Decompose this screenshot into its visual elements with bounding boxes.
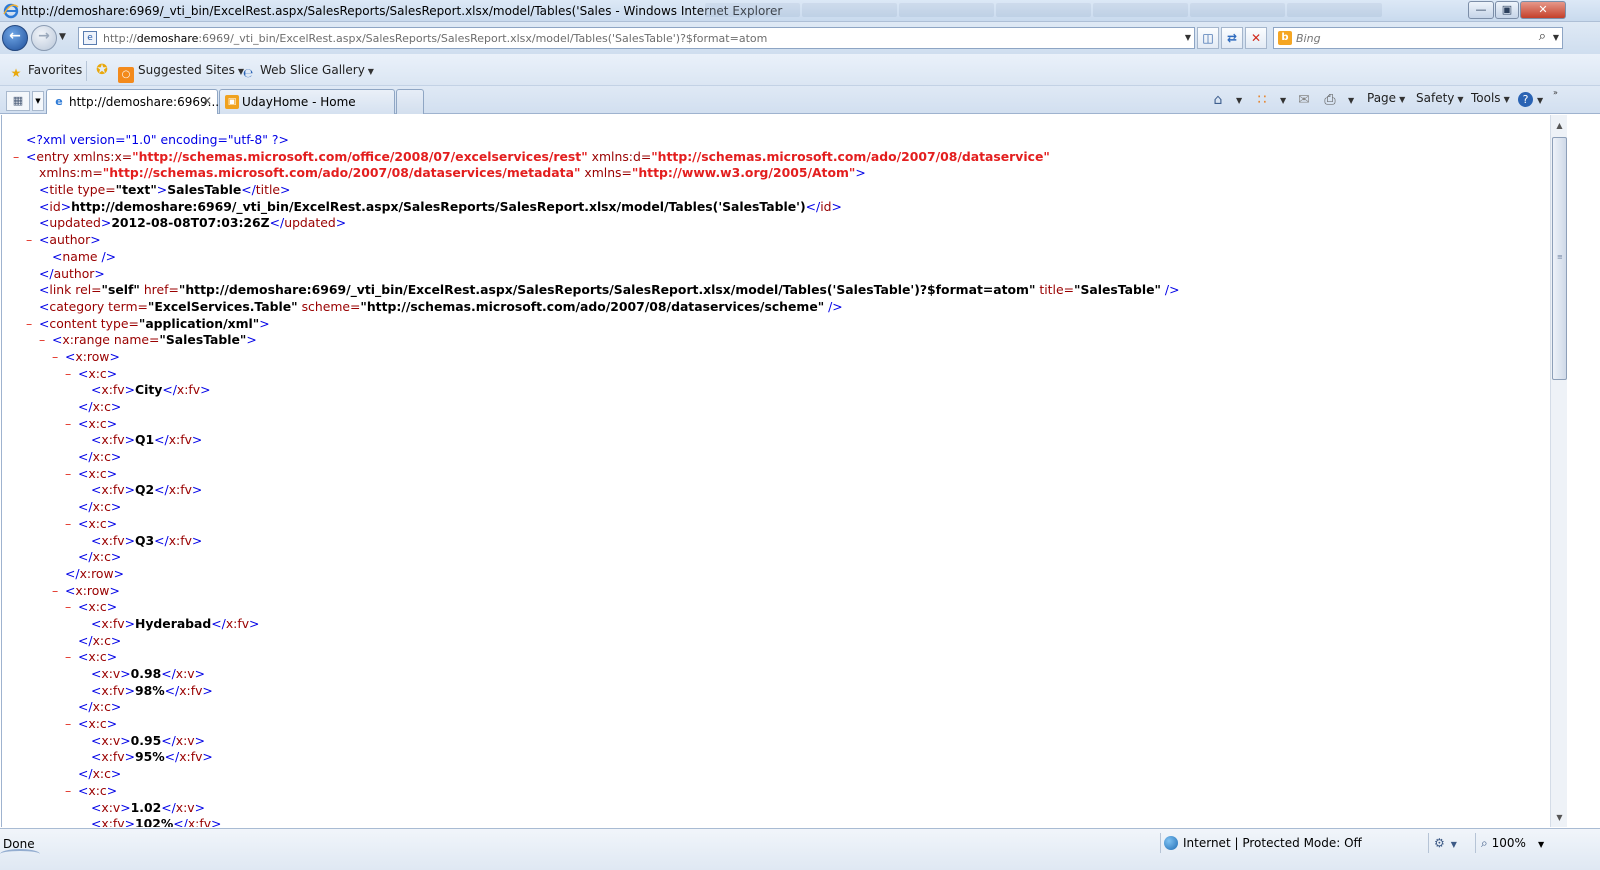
bing-icon: b — [1278, 31, 1292, 45]
collapse-toggle[interactable]: – — [26, 316, 32, 333]
ie-logo-icon — [3, 3, 19, 19]
home-icon[interactable]: ⌂ — [1209, 91, 1227, 109]
web-slice-gallery-button[interactable]: ℮ Web Slice Gallery ▼ — [240, 63, 374, 81]
print-icon[interactable]: ⎙ — [1321, 91, 1339, 109]
security-zone[interactable]: Internet | Protected Mode: Off — [1164, 836, 1362, 850]
safety-menu[interactable]: Safety ▼ — [1416, 91, 1464, 105]
zoom-dropdown-icon[interactable]: ▼ — [1538, 840, 1544, 849]
print-dropdown-icon[interactable]: ▼ — [1348, 96, 1354, 105]
read-mail-icon[interactable]: ✉ — [1295, 91, 1313, 109]
quick-tabs-button[interactable]: ▦ — [6, 91, 30, 111]
window-title: http://demoshare:6969/_vti_bin/ExcelRest… — [21, 4, 783, 18]
search-input[interactable] — [1296, 30, 1516, 46]
status-decoration — [0, 849, 40, 859]
back-button[interactable]: ← — [2, 25, 28, 51]
pop-up-blocker-icon[interactable]: ⚙ ▼ — [1434, 836, 1457, 850]
chevron-down-icon: ▼ — [367, 67, 374, 76]
search-icon[interactable]: ⌕ — [1539, 29, 1546, 44]
chevron-down-icon: ▼ — [1399, 95, 1406, 104]
tab-row: ▦ ▼ e http://demoshare:6969... ✕ ▣ UdayH… — [0, 86, 1600, 114]
compatibility-view-button[interactable]: ◫ — [1197, 27, 1219, 49]
favorites-star-icon: ★ — [10, 66, 22, 80]
tab-demoshare[interactable]: e http://demoshare:6969... ✕ — [46, 89, 219, 114]
ie-page-icon: e — [55, 95, 63, 108]
globe-icon — [1164, 836, 1178, 850]
vertical-scrollbar[interactable]: ▲ ≡ ▼ — [1550, 115, 1567, 827]
collapse-toggle[interactable]: – — [65, 516, 71, 533]
address-bar[interactable]: e http://demoshare:6969/_vti_bin/ExcelRe… — [78, 27, 1195, 49]
chevron-down-icon: ▼ — [1457, 95, 1464, 104]
title-bar: http://demoshare:6969/_vti_bin/ExcelRest… — [0, 0, 1600, 22]
minimize-button[interactable]: — — [1468, 1, 1494, 19]
favorites-separator — [86, 61, 87, 81]
collapse-toggle[interactable]: – — [65, 466, 71, 483]
status-bar: Done Internet | Protected Mode: Off ⚙ ▼ ⌕… — [0, 828, 1600, 870]
stop-button[interactable]: ✕ — [1245, 27, 1267, 49]
close-tab-icon[interactable]: ✕ — [202, 94, 212, 108]
chevron-down-icon: ▼ — [1503, 95, 1510, 104]
page-menu[interactable]: Page ▼ — [1367, 91, 1405, 105]
recent-pages-dropdown[interactable]: ▼ — [59, 32, 66, 42]
tab-list-dropdown[interactable]: ▼ — [32, 91, 44, 111]
taskbar-ghost-tabs — [705, 3, 1465, 19]
suggested-sites-button[interactable]: ○ Suggested Sites ▼ — [118, 63, 244, 83]
search-options-dropdown-icon[interactable]: ▼ — [1553, 33, 1559, 42]
collapse-toggle[interactable]: – — [52, 583, 58, 600]
home-dropdown-icon[interactable]: ▼ — [1236, 96, 1242, 105]
feeds-icon[interactable]: ∷ — [1253, 91, 1271, 109]
close-window-button[interactable]: ✕ — [1520, 1, 1566, 19]
help-icon[interactable]: ? — [1518, 92, 1533, 107]
more-commands-icon[interactable]: » — [1553, 88, 1558, 97]
address-dropdown-icon[interactable]: ▼ — [1185, 33, 1191, 42]
status-divider — [1475, 833, 1476, 853]
refresh-button[interactable]: ⇄ — [1221, 27, 1243, 49]
add-to-favorites-bar-icon[interactable]: ✪ — [93, 62, 111, 80]
tools-menu[interactable]: Tools ▼ — [1471, 91, 1510, 105]
scroll-up-arrow-icon[interactable]: ▲ — [1551, 117, 1568, 134]
address-toolbar: ← → ▼ e http://demoshare:6969/_vti_bin/E… — [0, 22, 1600, 54]
suggested-sites-icon: ○ — [118, 67, 134, 83]
collapse-toggle[interactable]: – — [65, 716, 71, 733]
sharepoint-icon: ▣ — [225, 95, 239, 109]
page-icon: e — [83, 31, 97, 45]
collapse-toggle[interactable]: – — [13, 149, 19, 166]
tab-udayhome[interactable]: ▣ UdayHome - Home — [219, 89, 395, 114]
web-slice-icon: ℮ — [242, 66, 254, 80]
favorites-button[interactable]: ★ Favorites — [8, 63, 83, 81]
collapse-toggle[interactable]: – — [26, 232, 32, 249]
xml-viewer: <?xml version="1.0" encoding="utf-8" ?> … — [1, 115, 1549, 827]
collapse-toggle[interactable]: – — [39, 332, 45, 349]
status-divider — [1428, 833, 1429, 853]
scrollbar-thumb[interactable]: ≡ — [1552, 137, 1567, 380]
status-divider — [1160, 833, 1161, 853]
collapse-toggle[interactable]: – — [65, 649, 71, 666]
zoom-icon: ⌕ — [1481, 836, 1488, 850]
help-dropdown-icon[interactable]: ▼ — [1537, 96, 1543, 105]
collapse-toggle[interactable]: – — [52, 349, 58, 366]
new-tab-button[interactable] — [396, 89, 424, 114]
address-url[interactable]: http://demoshare:6969/_vti_bin/ExcelRest… — [103, 32, 767, 45]
collapse-toggle[interactable]: – — [65, 416, 71, 433]
grip-icon: ≡ — [1557, 253, 1563, 261]
maximize-button[interactable]: ▣ — [1495, 1, 1519, 19]
feeds-dropdown-icon[interactable]: ▼ — [1280, 96, 1286, 105]
forward-button[interactable]: → — [31, 25, 57, 51]
forward-arrow-icon: → — [38, 28, 50, 44]
favorites-bar: ★ Favorites ✪ ○ Suggested Sites ▼ ℮ Web Slic… — [0, 54, 1600, 86]
search-box[interactable]: b ⌕ ▼ — [1273, 27, 1563, 49]
collapse-toggle[interactable]: – — [65, 366, 71, 383]
collapse-toggle[interactable]: – — [65, 783, 71, 800]
back-arrow-icon: ← — [9, 28, 21, 44]
collapse-toggle[interactable]: – — [65, 599, 71, 616]
zoom-level[interactable]: ⌕ 100% — [1481, 836, 1526, 851]
scroll-down-arrow-icon[interactable]: ▼ — [1551, 809, 1568, 826]
